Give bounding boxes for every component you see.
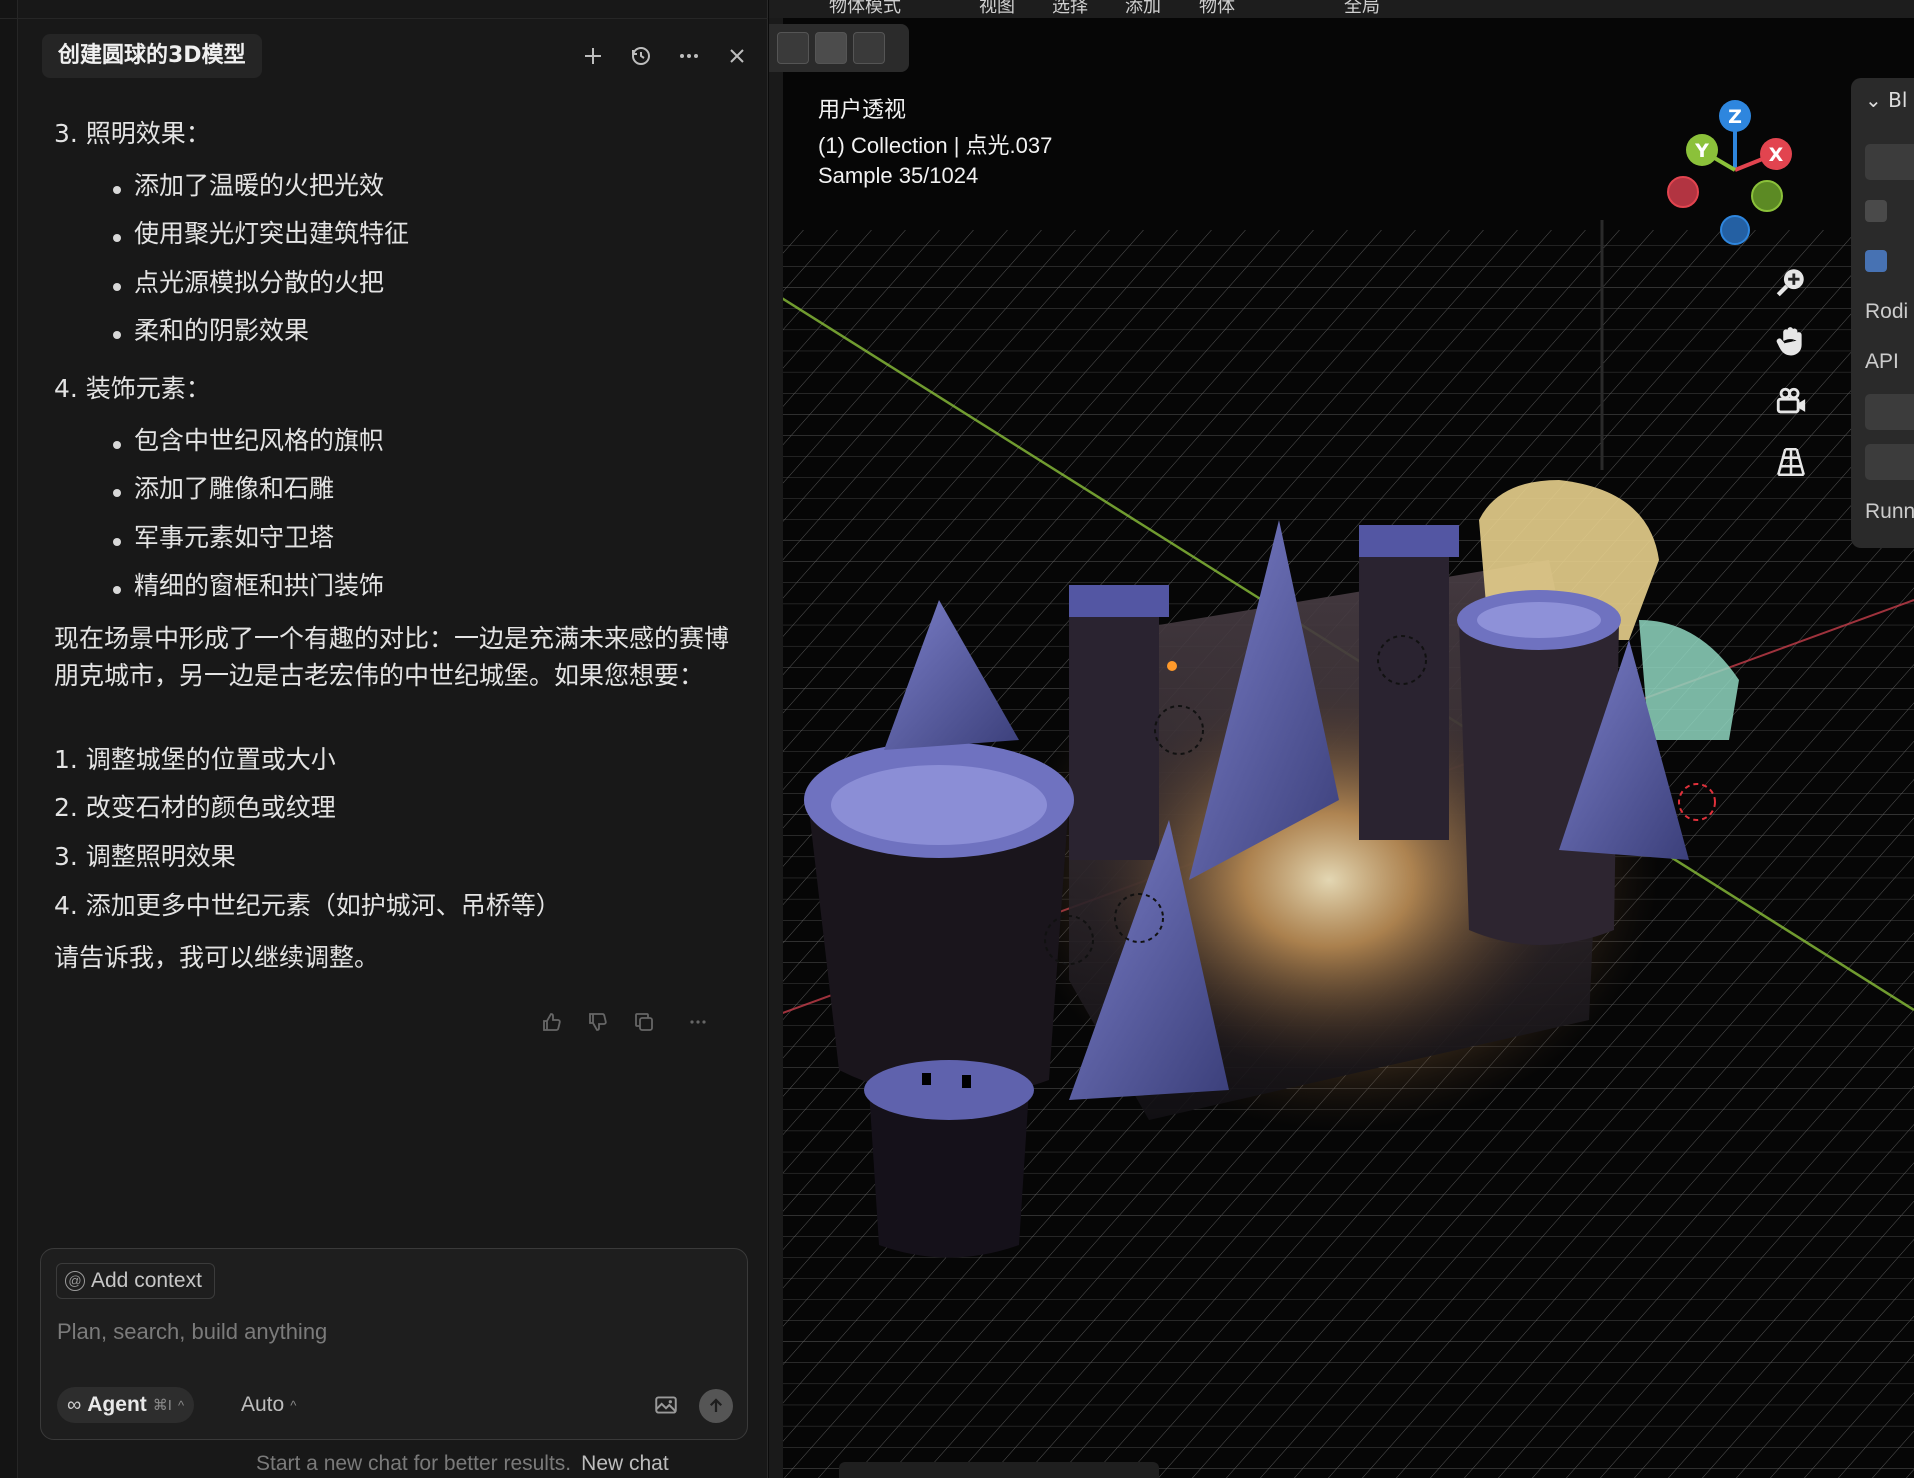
- toolbar-strip: [769, 18, 783, 1478]
- close-icon[interactable]: [722, 41, 752, 71]
- chat-panel: 创建圆球的3D模型 3. 照明效果： 添加了温暖的火把光效 使用聚光灯突出建筑特…: [0, 0, 768, 1478]
- list-item: 点光源模拟分散的火把: [134, 268, 385, 297]
- sidebar-button[interactable]: [1865, 144, 1914, 180]
- message-actions: [540, 1010, 710, 1034]
- select-new-icon[interactable]: [777, 32, 809, 64]
- copy-icon[interactable]: [632, 1010, 656, 1034]
- list-item: 军事元素如守卫塔: [134, 523, 335, 552]
- agent-mode-selector[interactable]: ∞ Agent ⌘I ^: [57, 1387, 195, 1423]
- sidebar-checkbox-checked[interactable]: [1865, 250, 1887, 272]
- hint-text: Start a new chat for better results.: [256, 1452, 572, 1475]
- bullet: [113, 283, 121, 291]
- chevron-up-icon: ^: [177, 1397, 185, 1413]
- list-item: 添加了雕像和石雕: [134, 474, 335, 503]
- more-icon[interactable]: [686, 1010, 710, 1034]
- sidebar-label: Rodi: [1865, 300, 1909, 323]
- blender-viewport[interactable]: 物体模式 视图 选择 添加 物体 全局 用户透视 (1) Collection …: [769, 0, 1914, 1478]
- section-heading: 3. 照明效果：: [54, 119, 211, 148]
- chat-header-actions: [578, 34, 752, 78]
- bullet: [113, 331, 121, 339]
- infinity-icon: ∞: [67, 1393, 82, 1416]
- view-name: 用户透视: [818, 97, 907, 122]
- option-item: 3. 调整照明效果: [54, 842, 236, 871]
- sidebar-label: API: [1865, 350, 1899, 373]
- summary-paragraph: 现在场景中形成了一个有趣的对比：一边是充满未来感的赛博朋克城市，另一边是古老宏伟…: [54, 624, 730, 690]
- camera-icon[interactable]: [1771, 382, 1811, 422]
- chevron-up-icon: ^: [290, 1397, 297, 1413]
- grid-perspective-icon[interactable]: [1771, 442, 1811, 482]
- collection-info: (1) Collection | 点光.037: [818, 133, 1053, 158]
- list-item: 包含中世纪风格的旗帜: [134, 426, 385, 455]
- prompt-input[interactable]: Plan, search, build anything: [57, 1319, 327, 1345]
- new-chat-hint: Start a new chat for better results. New …: [256, 1452, 669, 1476]
- zoom-icon[interactable]: [1771, 262, 1811, 302]
- model-label: Auto: [241, 1393, 285, 1416]
- sidebar-checkbox[interactable]: [1865, 200, 1887, 222]
- section-heading: 4. 装饰元素：: [54, 374, 211, 403]
- bullet: [113, 586, 121, 594]
- option-item: 2. 改变石材的颜色或纹理: [54, 793, 336, 822]
- sidebar-header[interactable]: ⌄ Bl: [1865, 88, 1907, 112]
- selection-mode-bar: [769, 24, 909, 72]
- menu-mode[interactable]: 物体模式: [829, 0, 901, 18]
- agent-shortcut: ⌘I: [152, 1397, 172, 1414]
- menu-select[interactable]: 选择: [1052, 0, 1088, 18]
- menu-object[interactable]: 物体: [1199, 0, 1235, 18]
- add-context-label: Add context: [91, 1269, 202, 1292]
- bullet: [113, 441, 121, 449]
- list-item: 使用聚光灯突出建筑特征: [134, 219, 410, 248]
- send-button[interactable]: [699, 1389, 733, 1423]
- bottom-panel-tab[interactable]: [839, 1462, 1159, 1478]
- model-selector[interactable]: Auto ^: [241, 1387, 296, 1423]
- axis-gizmo[interactable]: Z X Y: [1665, 96, 1805, 246]
- option-item: 4. 添加更多中世纪元素（如护城河、吊桥等）: [54, 891, 561, 920]
- list-item: 添加了温暖的火把光效: [134, 171, 385, 200]
- gizmo-x-label: X: [1769, 144, 1784, 166]
- chat-header: 创建圆球的3D模型: [42, 34, 752, 78]
- menu-view[interactable]: 视图: [979, 0, 1015, 18]
- sidebar-button[interactable]: [1865, 394, 1914, 430]
- history-icon[interactable]: [626, 41, 656, 71]
- pan-hand-icon[interactable]: [1771, 322, 1811, 362]
- agent-label: Agent: [87, 1393, 147, 1416]
- image-upload-icon[interactable]: [653, 1392, 679, 1418]
- sidebar-header-label: Bl: [1888, 88, 1908, 112]
- select-extend-icon[interactable]: [815, 32, 847, 64]
- sidebar-panel: ⌄ Bl Rodi API Runn: [1851, 78, 1914, 548]
- arrow-up-icon: [709, 1398, 723, 1412]
- gizmo-y-label: Y: [1694, 140, 1709, 162]
- chat-composer[interactable]: @ Add context Plan, search, build anythi…: [40, 1248, 748, 1440]
- menu-add[interactable]: 添加: [1125, 0, 1161, 18]
- list-item: 精细的窗框和拱门装饰: [134, 571, 385, 600]
- add-context-button[interactable]: @ Add context: [56, 1263, 215, 1299]
- sidebar-label: Runn: [1865, 500, 1914, 523]
- viewport-header: 物体模式 视图 选择 添加 物体 全局: [769, 0, 1914, 18]
- menu-transform-orientation[interactable]: 全局: [1344, 0, 1380, 18]
- bullet: [113, 186, 121, 194]
- new-chat-plus-icon[interactable]: [578, 41, 608, 71]
- list-item: 柔和的阴影效果: [134, 316, 310, 345]
- new-chat-link[interactable]: New chat: [581, 1452, 669, 1475]
- chat-gutter: [0, 0, 18, 1478]
- thumbs-up-icon[interactable]: [540, 1010, 564, 1034]
- option-item: 1. 调整城堡的位置或大小: [54, 745, 336, 774]
- render-samples: Sample 35/1024: [818, 163, 979, 188]
- sidebar-button[interactable]: [1865, 444, 1914, 480]
- divider: [0, 18, 768, 19]
- at-icon: @: [65, 1271, 85, 1291]
- chat-title[interactable]: 创建圆球的3D模型: [42, 34, 262, 78]
- closing-text: 请告诉我，我可以继续调整。: [54, 943, 380, 972]
- thumbs-down-icon[interactable]: [586, 1010, 610, 1034]
- gizmo-z-label: Z: [1728, 106, 1742, 128]
- bullet: [113, 538, 121, 546]
- bullet: [113, 489, 121, 497]
- more-options-icon[interactable]: [674, 41, 704, 71]
- bullet: [113, 234, 121, 242]
- select-subtract-icon[interactable]: [853, 32, 885, 64]
